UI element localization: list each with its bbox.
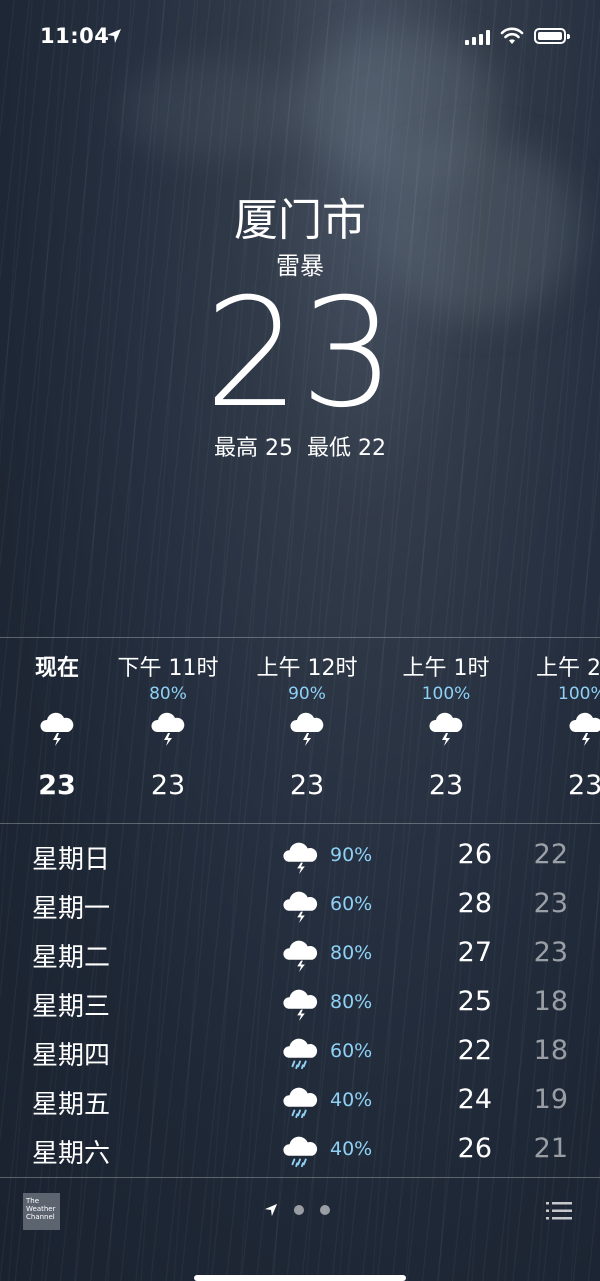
- day-name: 星期一: [32, 894, 111, 924]
- thunderstorm-icon: [98, 708, 238, 752]
- wifi-icon: [500, 27, 524, 44]
- low-temp: 最低 22: [307, 436, 386, 461]
- hour-item: 上午 2 100% 23: [520, 650, 600, 801]
- day-precip: 40%: [330, 1138, 373, 1160]
- hour-temp: 23: [568, 770, 600, 801]
- daily-row: 星期四 60% 22 18: [0, 1027, 600, 1076]
- daily-row: 星期一 60% 28 23: [0, 880, 600, 929]
- day-precip: 40%: [330, 1089, 373, 1111]
- day-name: 星期二: [32, 943, 111, 973]
- thunderstorm-icon: [237, 708, 377, 752]
- thunderstorm-icon: [536, 708, 600, 752]
- day-low: 22: [533, 839, 568, 870]
- day-high: 27: [457, 937, 492, 968]
- hour-temp: 23: [289, 770, 325, 801]
- list-icon[interactable]: [546, 1200, 572, 1222]
- day-high: 22: [457, 1035, 492, 1066]
- high-temp: 最高 25: [214, 436, 293, 461]
- day-high: 28: [457, 888, 492, 919]
- daily-row: 星期二 80% 27 23: [0, 929, 600, 978]
- day-name: 星期六: [32, 1139, 111, 1169]
- hour-label: 上午 2: [536, 656, 600, 681]
- cellular-signal-icon: [465, 29, 490, 45]
- hour-precip: 100%: [421, 684, 471, 704]
- city-name: 厦门市: [234, 195, 366, 246]
- home-indicator[interactable]: [194, 1275, 406, 1281]
- hour-item: 下午 11时 80% 23: [98, 650, 238, 801]
- hour-precip: 90%: [288, 684, 326, 704]
- thunderstorm-icon: [376, 708, 516, 752]
- day-precip: 80%: [330, 942, 373, 964]
- hour-item: 上午 12时 90% 23: [237, 650, 377, 801]
- day-precip: 60%: [330, 893, 373, 915]
- daily-row: 星期六 40% 26 21: [0, 1125, 600, 1174]
- page-indicator[interactable]: [264, 1203, 330, 1217]
- hour-label: 下午 11时: [117, 656, 219, 681]
- hour-precip: 80%: [149, 684, 187, 704]
- thunderstorm-icon: [283, 842, 318, 875]
- hour-label: 上午 12时: [256, 656, 358, 681]
- daily-row: 星期五 40% 24 19: [0, 1076, 600, 1125]
- day-name: 星期三: [32, 992, 111, 1022]
- day-name: 星期日: [32, 845, 111, 875]
- high-low: 最高 25 最低 22: [0, 430, 600, 462]
- day-low: 19: [533, 1084, 568, 1115]
- day-high: 24: [457, 1084, 492, 1115]
- day-high: 25: [457, 986, 492, 1017]
- divider-bottom: [0, 1177, 600, 1178]
- day-low: 23: [533, 937, 568, 968]
- day-low: 23: [533, 888, 568, 919]
- thunderstorm-icon: [283, 940, 318, 973]
- day-high: 26: [457, 1133, 492, 1164]
- day-precip: 60%: [330, 1040, 373, 1062]
- rain-icon: [283, 1136, 318, 1168]
- location-arrow-icon: [107, 29, 121, 43]
- weather-channel-logo[interactable]: The Weather Channel: [23, 1193, 60, 1230]
- day-name: 星期四: [32, 1041, 111, 1071]
- hour-temp: 23: [428, 770, 464, 801]
- day-name: 星期五: [32, 1090, 111, 1120]
- status-time: 11:04: [40, 24, 110, 48]
- daily-row: 星期三 80% 25 18: [0, 978, 600, 1027]
- divider-top: [0, 637, 600, 638]
- day-low: 21: [533, 1133, 568, 1164]
- hour-temp: 23: [150, 770, 186, 801]
- location-arrow-icon: [264, 1203, 278, 1217]
- day-high: 26: [457, 839, 492, 870]
- hour-item: 上午 1时 100% 23: [376, 650, 516, 801]
- day-low: 18: [533, 1035, 568, 1066]
- rain-icon: [283, 1038, 318, 1070]
- current-temperature: 23: [204, 267, 396, 441]
- day-precip: 90%: [330, 844, 373, 866]
- thunderstorm-icon: [283, 891, 318, 924]
- status-bar: 11:04: [0, 0, 600, 74]
- daily-row: 星期日 90% 26 22: [0, 831, 600, 880]
- hour-precip: 100%: [558, 684, 600, 704]
- hour-label: 上午 1时: [402, 656, 490, 681]
- day-precip: 80%: [330, 991, 373, 1013]
- rain-icon: [283, 1087, 318, 1119]
- divider-middle: [0, 823, 600, 824]
- battery-icon: [534, 28, 570, 44]
- page-dot: [294, 1205, 304, 1215]
- page-dot: [320, 1205, 330, 1215]
- thunderstorm-icon: [283, 989, 318, 1022]
- day-low: 18: [533, 986, 568, 1017]
